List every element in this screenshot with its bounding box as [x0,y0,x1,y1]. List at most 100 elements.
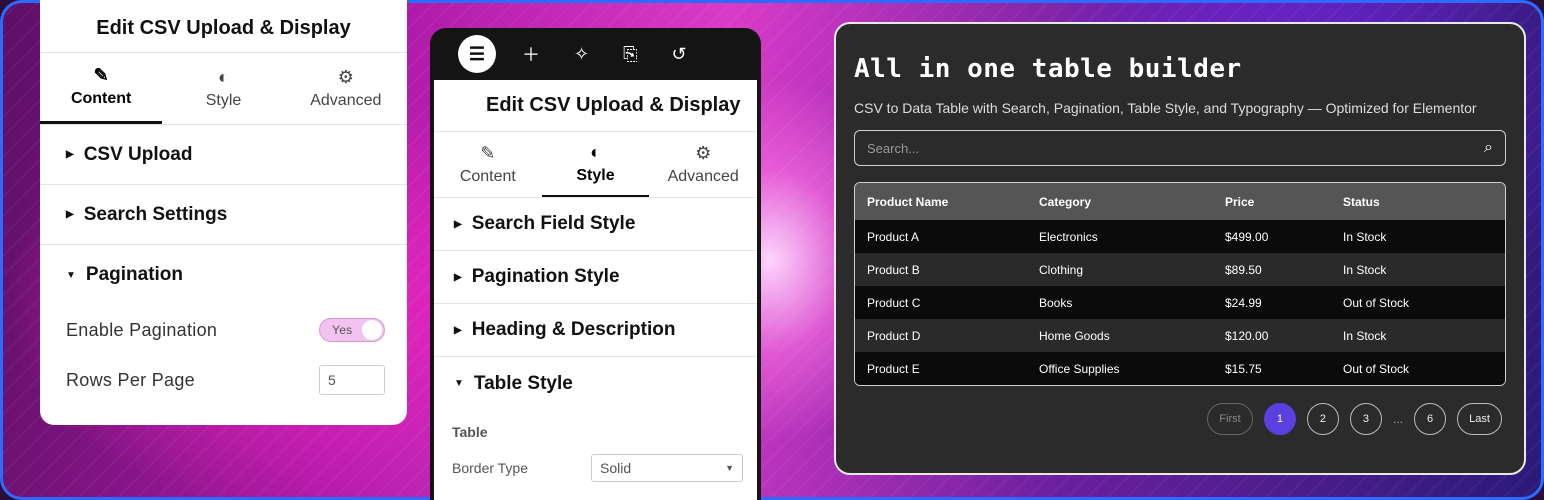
editor-panel-content: Edit CSV Upload & Display ✎ Content ◐ St… [40,0,407,425]
caret-right-icon: ▶ [66,149,74,160]
tab-style[interactable]: ◐ Style [541,132,650,197]
rows-per-page-row: Rows Per Page 5 [40,355,407,405]
caret-right-icon: ▶ [66,209,74,220]
table-description: CSV to Data Table with Search, Paginatio… [854,100,1477,116]
border-type-label: Border Type [452,460,529,476]
section-pagination[interactable]: ▼ Pagination [40,245,407,305]
gear-icon: ⚙ [337,66,354,87]
caret-right-icon: ▶ [454,271,462,283]
table-header-cell: Price [1225,194,1255,209]
panel-tabs: ✎ Content ◐ Style ⚙ Advanced [434,132,757,198]
table-cell: Electronics [1039,229,1098,244]
table-cell: $499.00 [1225,229,1269,244]
plus-icon[interactable]: ＋ [522,41,540,67]
section-label: Heading & Description [471,319,676,340]
phone-body: Edit CSV Upload & Display ✎ Content ◐ St… [434,80,757,500]
tab-label: Content [459,167,516,185]
table-cell: $89.50 [1225,262,1262,277]
border-type-row: Border Type Solid ▼ [434,454,757,482]
pagination-page-button[interactable]: 6 [1414,403,1446,435]
table-row: Product C Books $24.99 Out of Stock [855,286,1505,319]
table-cell: Books [1039,295,1073,310]
pagination-page-button[interactable]: 3 [1349,403,1382,435]
select-value: Solid [600,460,632,476]
table-cell: Product B [867,262,920,277]
section-label: Pagination Style [471,266,620,287]
table-preview-card: All in one table builder CSV to Data Tab… [834,22,1526,475]
table-cell: Clothing [1039,262,1084,277]
search-placeholder: Search... [867,140,920,156]
editor-toolbar: ☰ ＋ ✧ ⎘ ↺ [434,28,757,80]
page-settings-icon[interactable]: ⎘ [623,44,637,65]
tab-advanced[interactable]: ⚙ Advanced [649,132,757,197]
search-input[interactable]: Search... ⌕ [854,130,1506,166]
data-table: Product Name Category Price Status Produ… [854,182,1506,386]
sparkle-icon[interactable]: ✧ [574,44,589,65]
pencil-icon: ✎ [480,142,496,163]
caret-right-icon: ▶ [454,218,462,230]
tab-content[interactable]: ✎ Content [434,132,542,197]
section-search-settings[interactable]: ▶ Search Settings [40,185,407,245]
editor-panel-style: ☰ ＋ ✧ ⎘ ↺ Edit CSV Upload & Display ✎ Co… [430,28,761,500]
table-row: Product E Office Supplies $15.75 Out of … [855,352,1505,385]
enable-pagination-row: Enable Pagination Yes [40,305,407,355]
section-heading-description[interactable]: ▶ Heading & Description [434,304,757,357]
table-header-cell: Category [1039,194,1092,209]
section-search-field-style[interactable]: ▶ Search Field Style [434,198,757,251]
section-csv-upload[interactable]: ▶ CSV Upload [40,125,407,185]
section-pagination-style[interactable]: ▶ Pagination Style [434,251,757,304]
caret-right-icon: ▶ [454,324,462,336]
table-cell: Out of Stock [1343,295,1410,310]
pagination: First 1 2 3 ... 6 Last [854,403,1506,435]
table-cell: In Stock [1343,229,1387,244]
tab-advanced[interactable]: ⚙ Advanced [285,53,407,124]
pagination-ellipsis: ... [1392,412,1403,426]
table-row: Product D Home Goods $120.00 In Stock [855,319,1505,352]
tab-label: Style [205,91,242,109]
tab-label: Style [576,166,615,184]
pagination-page-button[interactable]: 1 [1263,403,1296,435]
toggle-knob [362,320,382,340]
tab-label: Advanced [667,167,739,185]
section-label: Table Style [473,372,573,394]
pagination-page-button[interactable]: 2 [1306,403,1339,435]
history-icon[interactable]: ↺ [672,44,687,65]
caret-down-icon: ▼ [454,378,464,389]
pagination-first-button[interactable]: First [1206,403,1253,435]
table-cell: $120.00 [1225,328,1269,343]
panel-title: Edit CSV Upload & Display [434,80,757,132]
panel-tabs: ✎ Content ◐ Style ⚙ Advanced [40,53,407,125]
table-cell: In Stock [1343,328,1387,343]
half-circle-icon: ◐ [590,141,601,162]
half-circle-icon: ◐ [218,66,229,87]
gear-icon: ⚙ [695,142,712,163]
table-cell: Product C [867,295,921,310]
table-cell: $15.75 [1225,361,1262,376]
table-cell: Product A [867,229,920,244]
rows-per-page-label: Rows Per Page [66,369,195,390]
table-row: Product A Electronics $499.00 In Stock [855,220,1505,253]
toggle-label: Yes [332,323,353,337]
caret-down-icon: ▼ [66,269,76,281]
table-cell: Home Goods [1039,328,1110,343]
pagination-last-button[interactable]: Last [1457,403,1502,435]
table-row: Product B Clothing $89.50 In Stock [855,253,1505,286]
tab-content[interactable]: ✎ Content [40,53,163,124]
table-header-row: Product Name Category Price Status [855,183,1505,220]
border-type-select[interactable]: Solid ▼ [591,454,743,482]
search-icon[interactable]: ⌕ [1484,139,1493,157]
tab-style[interactable]: ◐ Style [162,53,284,124]
elementor-logo-icon[interactable]: ☰ [458,35,496,73]
rows-per-page-input[interactable]: 5 [319,365,385,395]
table-cell: Product E [867,361,920,376]
table-cell: Out of Stock [1343,361,1410,376]
section-table-style[interactable]: ▼ Table Style [434,357,757,410]
table-cell: Office Supplies [1039,361,1120,376]
tab-label: Advanced [310,91,382,109]
pencil-icon: ✎ [93,65,109,85]
section-label: CSV Upload [83,143,193,165]
enable-pagination-label: Enable Pagination [66,319,218,340]
enable-pagination-toggle[interactable]: Yes [319,318,385,342]
table-sub-label: Table [452,424,488,440]
section-label: Pagination [85,264,184,285]
